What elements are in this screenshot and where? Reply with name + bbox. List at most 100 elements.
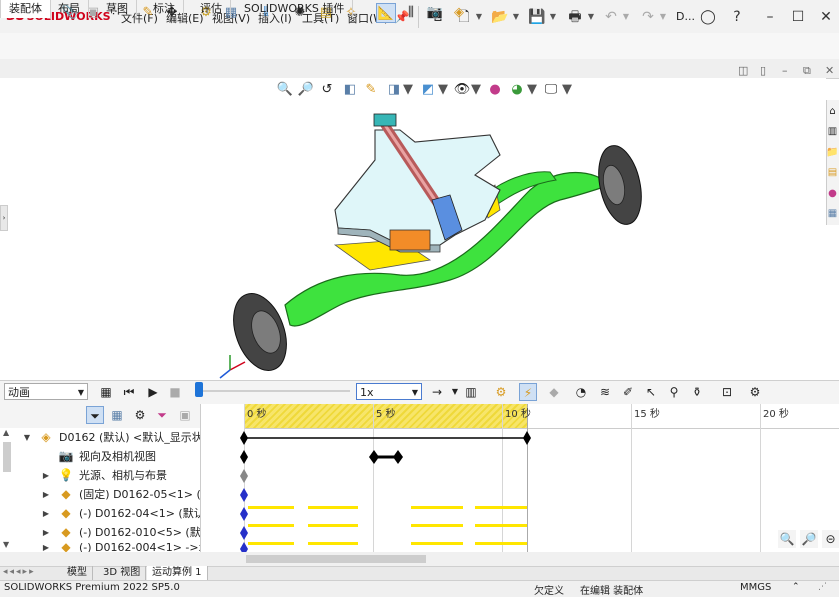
contact-icon[interactable]: ✐ [619, 383, 637, 401]
key-point[interactable] [240, 526, 248, 540]
undo-icon[interactable]: ↶ [601, 7, 621, 27]
view-settings-icon[interactable]: 🖵 [541, 80, 561, 100]
instant3d-icon[interactable]: 📐 [376, 3, 396, 23]
animation-wizard-icon[interactable]: ⚙ [492, 383, 510, 401]
edit-appearance-icon[interactable]: ● [485, 80, 505, 100]
save-animation-icon[interactable]: ▥ [462, 383, 480, 401]
tab-3d-views[interactable]: 3D 视图 [98, 566, 147, 580]
zoom-in-icon[interactable]: 🔍 [778, 530, 796, 548]
chevron-down-icon[interactable]: ▼ [403, 80, 413, 100]
results-icon[interactable]: ⚲ [665, 383, 683, 401]
restore-view-icon[interactable]: ◫ [738, 64, 748, 77]
update-speedpak-icon[interactable]: ⫼ [401, 3, 421, 23]
key-point[interactable] [240, 450, 248, 464]
tab-motion-study[interactable]: 运动算例 1 [147, 566, 208, 580]
playback-speed-select[interactable]: 1x ▼ [356, 383, 422, 400]
playback-mode-icon[interactable]: → [428, 383, 446, 401]
chevron-down-icon[interactable]: ▼ [438, 80, 448, 100]
filter-driving-icon[interactable]: ⚙ [131, 406, 149, 424]
expander-icon[interactable]: ▼ [22, 428, 32, 447]
scroll-thumb[interactable] [246, 555, 426, 563]
large-assembly-icon[interactable]: ◈ [449, 3, 469, 23]
timeline-keyframes[interactable] [236, 428, 839, 552]
chevron-down-icon[interactable]: ▼ [622, 7, 630, 27]
playback-slider-track[interactable] [200, 390, 350, 392]
filter-selected-icon[interactable]: ⏷ [153, 406, 171, 424]
spring-icon[interactable]: ≋ [596, 383, 614, 401]
key-point[interactable] [240, 488, 248, 502]
key-point[interactable] [523, 431, 531, 445]
tree-item-part[interactable]: ▶ ◆ (-) D0162-04<1> (默认) - [0, 504, 200, 523]
user-label[interactable]: D... [676, 10, 695, 23]
close-doc-icon[interactable]: ✕ [825, 64, 834, 77]
key-point[interactable] [240, 431, 248, 445]
open-folder-icon[interactable]: 📂 [490, 7, 510, 27]
zoom-out-icon[interactable]: 🔎 [800, 530, 818, 548]
zoom-fit-icon[interactable]: ⊝ [822, 530, 839, 548]
chevron-down-icon[interactable]: ▼ [549, 7, 557, 27]
stop-icon[interactable]: ■ [166, 383, 184, 401]
study-properties-icon[interactable]: ⊡ [718, 383, 736, 401]
account-icon[interactable]: ◯ [698, 7, 718, 27]
timeline-scrollbar[interactable] [0, 552, 839, 566]
tab-evaluate[interactable]: 评估 [192, 0, 231, 18]
redo-icon[interactable]: ↷ [638, 7, 658, 27]
chevron-down-icon[interactable]: ▼ [471, 80, 481, 100]
settings-gear-icon[interactable]: ⚙ [746, 383, 764, 401]
tab-assembly[interactable]: 装配体 [0, 0, 51, 18]
expander-icon[interactable]: ▶ [41, 523, 51, 542]
motor-icon[interactable]: ◔ [572, 383, 590, 401]
unit-system[interactable]: MMGS [740, 582, 771, 593]
chevron-down-icon[interactable]: ▼ [562, 80, 572, 100]
maximize-icon[interactable]: ☐ [784, 6, 812, 28]
key-point[interactable] [240, 507, 248, 521]
section-view-icon[interactable]: ◧ [340, 80, 360, 100]
filter-results-icon[interactable]: ▣ [176, 406, 194, 424]
add-key-icon[interactable]: ◆ [545, 383, 563, 401]
chevron-down-icon[interactable]: ▼ [512, 7, 520, 27]
tab-model[interactable]: 模型 [62, 566, 93, 580]
calculate-icon[interactable]: ▦ [97, 383, 115, 401]
restore-doc-icon[interactable]: ⧉ [803, 64, 811, 78]
view-orientation-icon[interactable]: ◨ [384, 80, 404, 100]
panel-expand-handle[interactable]: › [0, 205, 8, 231]
tab-nav-arrows[interactable]: ◂◂◂▸▸ [3, 567, 36, 577]
3d-model-view[interactable] [200, 100, 680, 380]
tab-sketch[interactable]: 草图 [98, 0, 137, 18]
tab-solidworks-addins[interactable]: SOLIDWORKS 插件 [236, 0, 354, 18]
study-type-select[interactable]: 动画 ▼ [4, 383, 88, 400]
filter-icon[interactable]: ⏷ [86, 406, 104, 424]
close-icon[interactable]: ✕ [812, 6, 839, 28]
file-explorer-icon[interactable]: ▤ [826, 164, 839, 181]
apply-scene-icon[interactable]: ◕ [507, 80, 527, 100]
expander-icon[interactable]: ▶ [41, 542, 51, 552]
tree-item-part[interactable]: ▶ ◆ (-) D0162-004<1> ->x (默 [0, 542, 200, 552]
snapshot-icon[interactable]: 📷 [425, 3, 445, 23]
help-icon[interactable]: ? [727, 7, 747, 27]
expander-icon[interactable]: ▶ [41, 504, 51, 523]
playback-slider-thumb[interactable] [195, 382, 203, 397]
autokey-icon[interactable]: ⚡ [519, 383, 537, 401]
save-icon[interactable]: 💾 [527, 7, 547, 27]
tile-view-icon[interactable]: ▯ [760, 64, 766, 77]
print-icon[interactable]: 🖶 [565, 7, 585, 27]
hide-show-items-icon[interactable]: 👁 [452, 80, 472, 100]
chevron-up-icon[interactable]: ⌃ [792, 582, 800, 592]
tree-item-part[interactable]: ▶ ◆ (-) D0162-010<5> (默认) [0, 523, 200, 542]
appearances-icon[interactable]: ● [826, 185, 839, 202]
custom-properties-icon[interactable]: ▦ [826, 205, 839, 222]
key-point[interactable] [240, 469, 248, 483]
gravity-icon[interactable]: ↖ [642, 383, 660, 401]
damper-icon[interactable]: ⚱ [688, 383, 706, 401]
zoom-to-area-icon[interactable]: 🔎 [296, 80, 316, 100]
tree-item-lights[interactable]: ▶ 💡 光源、相机与布景 [0, 466, 200, 485]
home-tab-icon[interactable]: ⌂ [826, 103, 839, 120]
filter-animated-icon[interactable]: ▦ [108, 406, 126, 424]
minimize-icon[interactable]: – [756, 6, 784, 28]
chevron-down-icon[interactable]: ▼ [475, 7, 483, 27]
design-library-icon[interactable]: 📁 [826, 144, 839, 161]
key-point[interactable] [369, 450, 379, 464]
key-point[interactable] [393, 450, 403, 464]
expander-icon[interactable]: ▶ [41, 485, 51, 504]
zoom-to-fit-icon[interactable]: 🔍 [275, 80, 295, 100]
